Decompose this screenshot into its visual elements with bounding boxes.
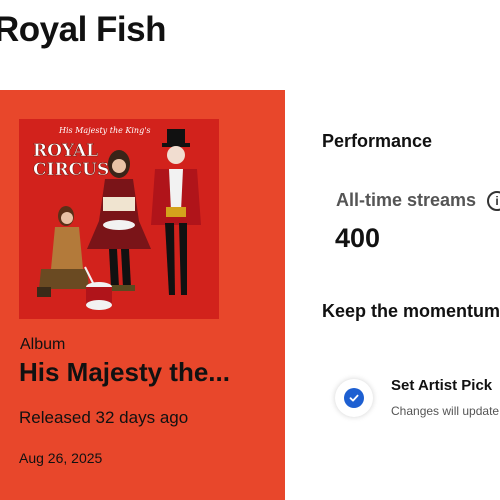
release-card[interactable]: His Majesty the King's ROYAL CIRCUS Albu…: [0, 90, 285, 500]
cover-line3: CIRCUS: [33, 160, 109, 180]
album-cover[interactable]: His Majesty the King's ROYAL CIRCUS: [19, 119, 219, 319]
set-artist-pick-button[interactable]: [335, 379, 373, 417]
artist-name-title: Royal Fish: [0, 10, 166, 49]
release-age-text: Released 32 days ago: [19, 408, 189, 427]
performance-heading: Performance: [322, 131, 433, 151]
all-time-streams-label: All-time streams: [336, 190, 477, 210]
set-artist-pick-subtitle: Changes will update: [391, 404, 500, 418]
check-circle-icon: [344, 388, 364, 408]
release-type-label: Album: [20, 336, 66, 353]
album-cover-art: His Majesty the King's ROYAL CIRCUS: [19, 119, 219, 319]
release-title[interactable]: His Majesty the...: [19, 357, 279, 388]
keep-momentum-heading: Keep the momentum: [322, 301, 500, 321]
cover-line1: His Majesty the King's: [58, 126, 151, 135]
release-date-text: Aug 26, 2025: [19, 450, 103, 466]
all-time-streams-value: 400: [335, 223, 381, 253]
set-artist-pick-title[interactable]: Set Artist Pick: [391, 377, 492, 394]
page-header: Royal Fish: [0, 0, 500, 90]
stats-panel: Performance All-time streams i 400 Keep …: [285, 90, 500, 500]
cover-line2: ROYAL: [33, 141, 98, 161]
info-icon[interactable]: i: [487, 191, 500, 211]
